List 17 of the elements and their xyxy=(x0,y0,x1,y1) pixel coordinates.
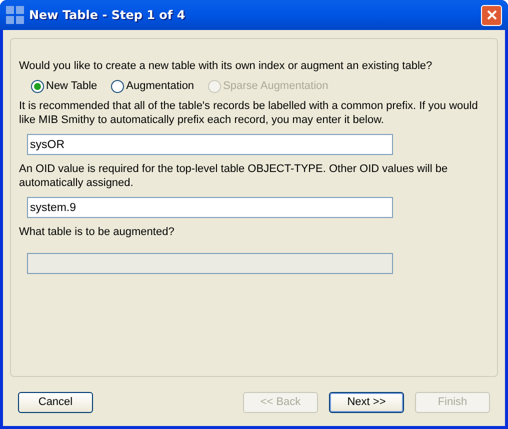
table-icon xyxy=(6,6,24,24)
radio-label: Augmentation xyxy=(126,78,194,94)
wizard-button[interactable]: Cancel xyxy=(18,392,93,413)
radio-button[interactable] xyxy=(111,80,124,92)
radio-label: New Table xyxy=(46,78,98,94)
radio-button[interactable] xyxy=(31,80,44,92)
radio-label: Sparse Augmentation xyxy=(223,78,328,94)
text-field[interactable]: system.9 xyxy=(27,197,393,218)
window-title: New Table - Step 1 of 4 xyxy=(29,7,186,24)
wizard-button[interactable]: Next >> xyxy=(329,392,404,413)
prompt-text: An OID value is required for the top-level table OBJECT-TYPE. Other OID values will be automatically assigned. xyxy=(19,162,449,190)
prompt-text: It is recommended that all of the table's records be labelled with a common prefix. If you would like MIB Smithy to automatically prefix each record, you may enter it below. xyxy=(19,99,479,127)
text-field[interactable]: sysOR xyxy=(27,134,393,155)
close-icon xyxy=(486,10,496,20)
prompt-text: Would you like to create a new table with its own index or augment an existing table? xyxy=(19,59,434,73)
prompt-text: What table is to be augmented? xyxy=(19,225,176,239)
close-button[interactable] xyxy=(481,4,502,26)
